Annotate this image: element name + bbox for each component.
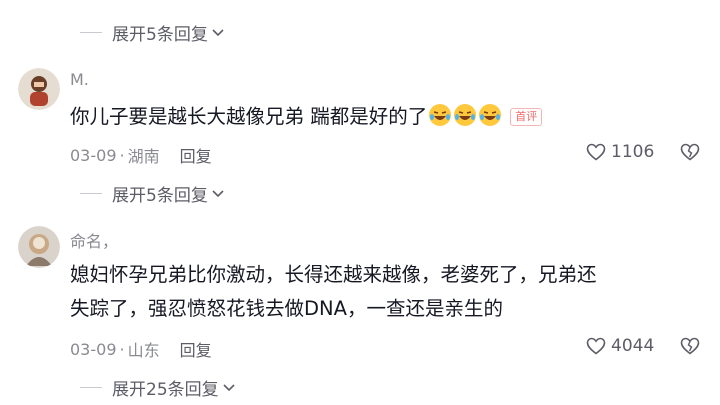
comment-text: 你儿子要是越长大越像兄弟 踹都是好的了 — [70, 105, 428, 128]
reply-button[interactable]: 回复 — [180, 337, 212, 361]
dislike-button[interactable] — [680, 143, 700, 165]
broken-heart-icon — [680, 143, 700, 161]
heart-icon — [586, 337, 606, 355]
first-comment-badge: 首评 — [510, 108, 543, 126]
like-count: 1106 — [611, 142, 655, 162]
laughing-emoji-icon — [453, 103, 477, 127]
expand-replies-label: 展开25条回复 — [112, 380, 219, 400]
like-count: 4044 — [611, 336, 655, 356]
comment-username[interactable]: M. — [70, 70, 89, 89]
comment-username[interactable]: 命名， — [70, 228, 118, 252]
expand-replies-button[interactable]: 展开25条回复 — [80, 375, 235, 400]
comment-date: 03-09 — [70, 339, 117, 359]
like-button[interactable]: 4044 — [586, 336, 654, 356]
divider-line — [80, 387, 102, 388]
chevron-down-icon — [212, 23, 224, 43]
laughing-emoji-icon — [428, 103, 452, 127]
reply-button[interactable]: 回复 — [180, 143, 212, 167]
expand-replies-button[interactable]: 展开5条回复 — [80, 181, 224, 206]
meta-separator: · — [119, 339, 125, 359]
comment-location: 山东 — [127, 341, 160, 360]
expand-replies-button-top[interactable]: 展开5条回复 — [80, 20, 224, 45]
heart-icon — [586, 143, 606, 161]
comment-date: 03-09 — [70, 145, 117, 165]
broken-heart-icon — [680, 337, 700, 355]
divider-line — [80, 32, 102, 33]
previous-comment-meta-partial — [70, 0, 710, 6]
comment-content: 媳妇怀孕兄弟比你激动，长得还越来越像，老婆死了，兄弟还 失踪了，强忍愤怒花钱去做… — [70, 258, 597, 326]
expand-replies-label: 展开5条回复 — [112, 25, 208, 45]
dislike-button[interactable] — [680, 337, 700, 359]
comment-meta: 03-09 · 山东 回复 — [70, 337, 212, 361]
avatar[interactable] — [18, 226, 60, 268]
comment-text-line: 媳妇怀孕兄弟比你激动，长得还越来越像，老婆死了，兄弟还 — [70, 263, 597, 286]
chevron-down-icon — [223, 378, 235, 398]
comment-text-line: 失踪了，强忍愤怒花钱去做DNA，一查还是亲生的 — [70, 297, 503, 320]
expand-replies-label: 展开5条回复 — [112, 186, 208, 206]
comment-content: 你儿子要是越长大越像兄弟 踹都是好的了 首评 — [70, 100, 543, 134]
meta-separator: · — [119, 145, 125, 165]
chevron-down-icon — [212, 184, 224, 204]
laughing-emoji-icon — [478, 103, 502, 127]
like-button[interactable]: 1106 — [586, 142, 654, 162]
avatar[interactable] — [18, 68, 60, 110]
divider-line — [80, 193, 102, 194]
comment-location: 湖南 — [127, 147, 160, 166]
comment-meta: 03-09 · 湖南 回复 — [70, 143, 212, 167]
